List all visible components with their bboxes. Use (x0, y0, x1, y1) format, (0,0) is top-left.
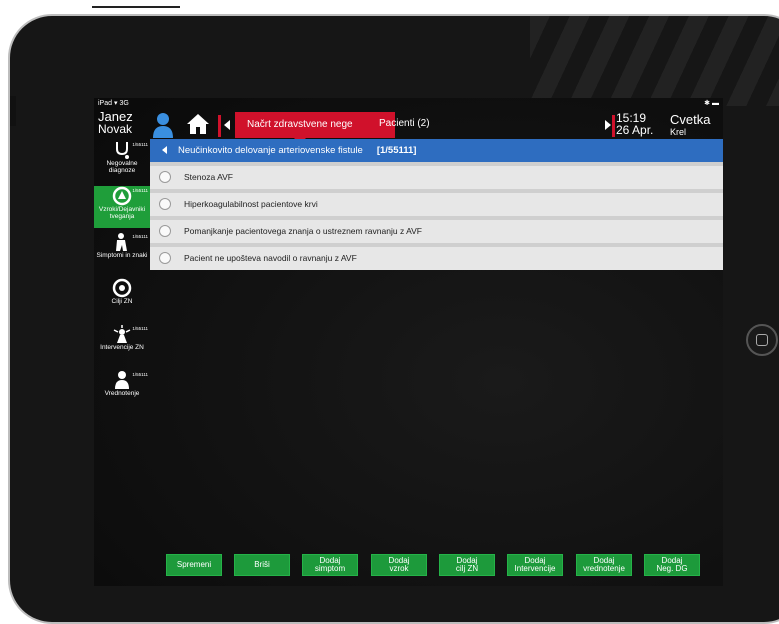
sidebar-item-simptomi[interactable]: 1/55111 Simptomi in znaki (94, 232, 150, 274)
person-icon[interactable] (152, 112, 174, 138)
panel-title: Neučinkovito delovanje arteriovenske fis… (178, 145, 363, 156)
nurse-last-name: Krel (670, 127, 687, 137)
warning-circle-icon (112, 186, 132, 206)
dodaj-cilj-button[interactable]: Dodaj cilj ZN (439, 554, 495, 576)
network-label: 3G (119, 100, 129, 107)
forward-arrow-icon[interactable] (605, 120, 611, 130)
button-label: Briši (254, 560, 270, 569)
sidebar: 1/55111 Negovalne diagnoze 1/55111 Vzrok… (94, 138, 150, 416)
user-last-name: Novak (98, 122, 133, 136)
back-arrow-icon[interactable] (162, 146, 167, 154)
person-check-icon (115, 371, 129, 389)
dodaj-neg-dg-button[interactable]: Dodaj Neg. DG (644, 554, 700, 576)
sidebar-item-intervencije[interactable]: 1/55111 Intervencije ZN (94, 324, 150, 366)
battery-icon: ▬ (712, 100, 719, 107)
panel-code: [1/55111] (376, 145, 417, 156)
button-label: simptom (314, 564, 346, 573)
sidebar-item-vrednotenje[interactable]: 1/55111 Vrednotenje (94, 370, 150, 412)
option-row[interactable]: Stenoza AVF (150, 162, 723, 189)
brisi-button[interactable]: Briši (234, 554, 290, 576)
nurse-icon (113, 325, 131, 343)
screen-glare (530, 16, 779, 106)
radio-button[interactable] (159, 252, 171, 264)
status-bar: iPad ▾ 3G ✱ ▬ (94, 98, 723, 108)
sidebar-item-label: Vzroki/Dejavniki tveganja (98, 206, 146, 220)
app-screen: iPad ▾ 3G ✱ ▬ Janez Novak Načrt zdravstv… (94, 98, 723, 586)
sidebar-item-negovalne-diagnoze[interactable]: 1/55111 Negovalne diagnoze (94, 140, 150, 182)
button-label: vzrok (389, 564, 409, 573)
ipad-frame: iPad ▾ 3G ✱ ▬ Janez Novak Načrt zdravstv… (8, 14, 779, 624)
dodaj-intervencije-button[interactable]: Dodaj Intervencije (507, 554, 563, 576)
button-label: cilj ZN (455, 564, 479, 573)
button-label: Spremeni (176, 560, 212, 569)
sidebar-item-cilji[interactable]: Cilji ZN (94, 278, 150, 320)
button-label: vrednotenje (583, 564, 625, 573)
stethoscope-icon (116, 142, 129, 159)
panel-header[interactable]: Neučinkovito delovanje arteriovenske fis… (150, 139, 723, 162)
button-label: Neg. DG (656, 564, 688, 573)
device-side-button (10, 96, 16, 126)
dodaj-simptom-button[interactable]: Dodaj simptom (302, 554, 358, 576)
header-separator (218, 115, 221, 137)
target-icon (112, 278, 132, 298)
option-row[interactable]: Pomanjkanje pacientovega znanja o ustrez… (150, 216, 723, 243)
nurse-first-name: Cvetka (670, 112, 711, 127)
user-name: Janez Novak (98, 110, 133, 136)
button-label: Intervencije (514, 564, 556, 573)
radio-button[interactable] (159, 198, 171, 210)
radio-button[interactable] (159, 225, 171, 237)
sidebar-item-label: Simptomi in znaki (96, 252, 148, 259)
option-row[interactable]: Pacient ne upošteva navodil o ravnanju z… (150, 243, 723, 270)
sidebar-item-count: 1/55111 (132, 188, 148, 193)
header-separator-right (612, 115, 615, 137)
option-label: Pomanjkanje pacientovega znanja o ustrez… (184, 226, 422, 236)
sidebar-item-count: 1/55111 (132, 142, 148, 147)
sidebar-item-vzroki[interactable]: 1/55111 Vzroki/Dejavniki tveganja (94, 186, 150, 228)
dodaj-vzrok-button[interactable]: Dodaj vzrok (371, 554, 427, 576)
spremeni-button[interactable]: Spremeni (166, 554, 222, 576)
patients-tab[interactable]: Pacienti (2) (379, 118, 430, 129)
option-label: Pacient ne upošteva navodil o ravnanju z… (184, 253, 357, 263)
sidebar-item-count: 1/55111 (132, 234, 148, 239)
sidebar-item-label: Intervencije ZN (100, 344, 144, 351)
back-arrow-icon[interactable] (224, 120, 230, 130)
dodaj-vrednotenje-button[interactable]: Dodaj vrednotenje (576, 554, 632, 576)
home-button[interactable] (746, 324, 778, 356)
sidebar-item-count: 1/55111 (132, 326, 148, 331)
wifi-icon: ▾ (113, 100, 118, 107)
sidebar-item-count: 1/55111 (132, 372, 148, 377)
datetime: 15:19 26 Apr. (616, 112, 653, 136)
carrier-label: iPad (98, 100, 113, 107)
app-header: Janez Novak Načrt zdravstvene nege Pacie… (94, 109, 723, 144)
sidebar-item-label: Vrednotenje (104, 390, 140, 397)
selection-panel: Neučinkovito delovanje arteriovenske fis… (150, 139, 723, 270)
tab-nacrt-zdravstvene-nege[interactable]: Načrt zdravstvene nege (235, 112, 395, 138)
option-label: Stenoza AVF (184, 172, 233, 182)
bluetooth-icon: ✱ (704, 100, 711, 107)
home-square-icon (756, 334, 768, 346)
action-button-bar: Spremeni Briši Dodaj simptom Dodaj vzrok D… (166, 554, 723, 578)
sidebar-item-label: Negovalne diagnoze (106, 160, 138, 174)
option-row[interactable]: Hiperkoagulabilnost pacientove krvi (150, 189, 723, 216)
option-label: Hiperkoagulabilnost pacientove krvi (184, 199, 318, 209)
sidebar-item-label: Cilji ZN (111, 298, 133, 305)
nurse-name: Cvetka Krel (670, 113, 710, 139)
home-icon[interactable] (186, 113, 210, 135)
date-label: 26 Apr. (616, 123, 654, 137)
patient-icon (116, 233, 127, 251)
radio-button[interactable] (159, 171, 171, 183)
